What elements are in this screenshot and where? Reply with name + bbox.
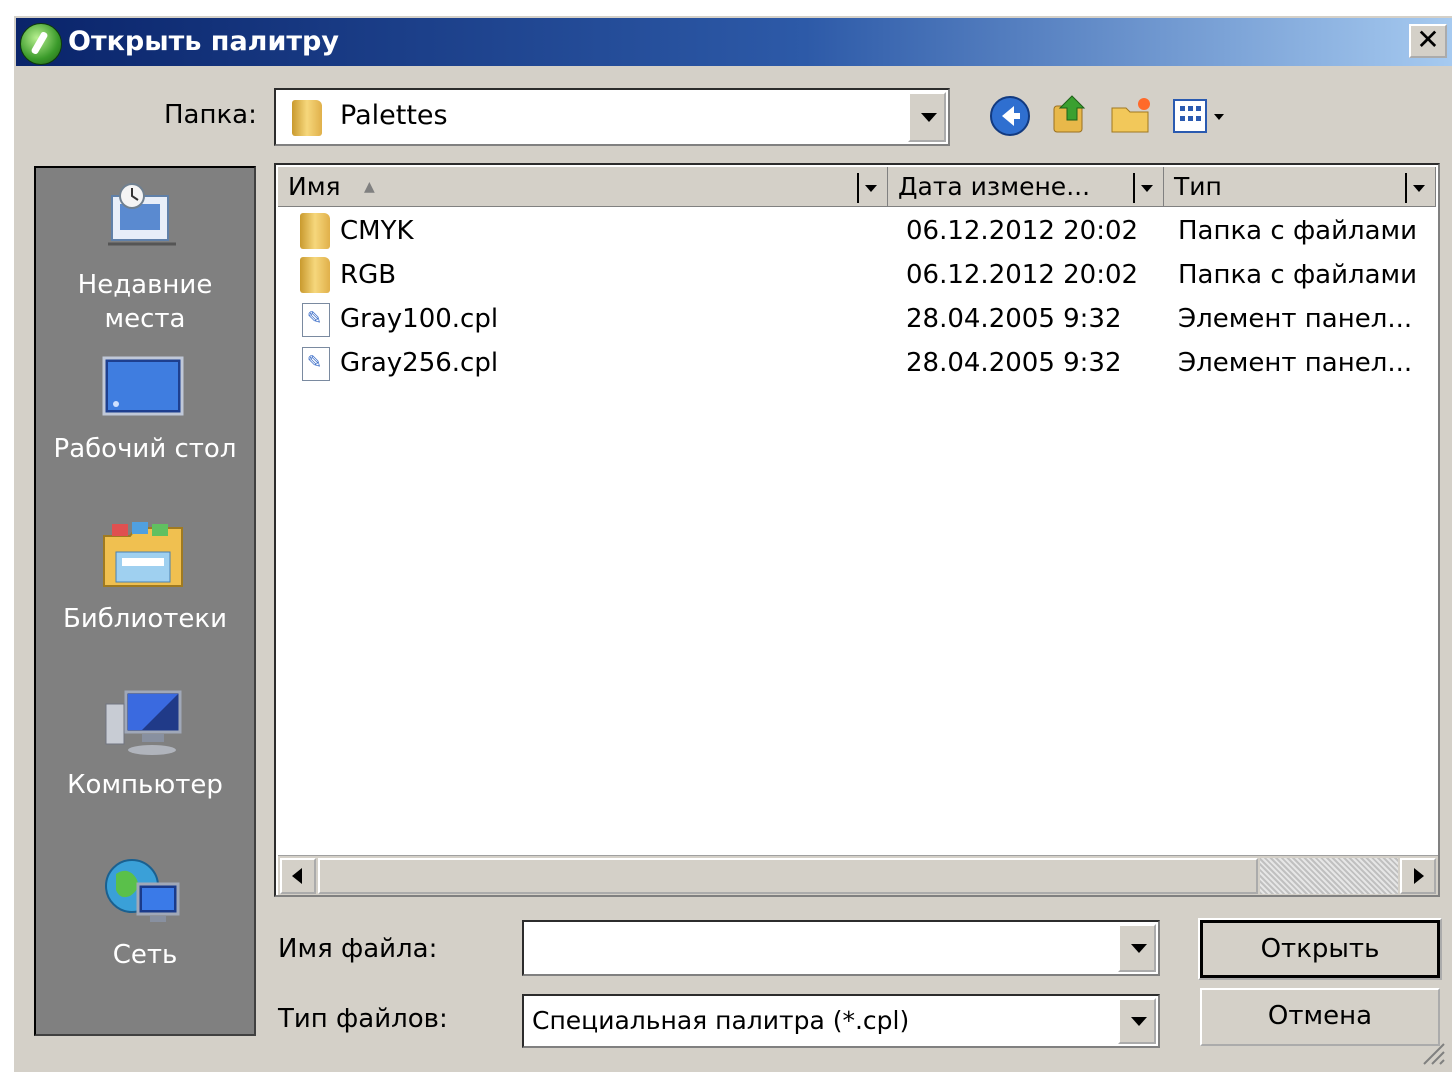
- file-row[interactable]: Gray100.cpl 28.04.2005 9:32 Элемент пане…: [278, 297, 1438, 341]
- file-name: Gray256.cpl: [340, 348, 499, 378]
- scrollbar-thumb[interactable]: [318, 858, 1258, 894]
- column-header-date-label: Дата измене...: [898, 172, 1091, 201]
- filename-input[interactable]: [530, 928, 1114, 968]
- file-row[interactable]: RGB 06.12.2012 20:02 Папка с файлами: [278, 253, 1438, 297]
- filename-label: Имя файла:: [278, 934, 438, 964]
- file-name: RGB: [340, 260, 397, 290]
- folder-icon: [300, 213, 330, 249]
- back-arrow-icon[interactable]: [988, 94, 1032, 138]
- horizontal-scrollbar[interactable]: [278, 855, 1438, 895]
- folder-current-value: Palettes: [340, 100, 448, 131]
- filename-combobox[interactable]: [522, 920, 1160, 976]
- new-folder-icon[interactable]: [1108, 94, 1152, 138]
- column-header-type-label: Тип: [1174, 172, 1222, 201]
- column-header-name[interactable]: Имя ▲: [278, 167, 888, 207]
- file-name: CMYK: [340, 216, 414, 246]
- folder-icon: [292, 100, 322, 136]
- cpl-file-icon: [302, 347, 330, 381]
- file-date: 28.04.2005 9:32: [906, 304, 1122, 334]
- arrow-left-icon: [292, 868, 302, 884]
- file-type: Элемент панел...: [1178, 304, 1413, 334]
- file-row[interactable]: Gray256.cpl 28.04.2005 9:32 Элемент пане…: [278, 341, 1438, 385]
- filetype-dropdown-button[interactable]: [1118, 998, 1156, 1044]
- folder-combobox[interactable]: Palettes: [274, 88, 950, 146]
- filetype-select[interactable]: Специальная палитра (*.cpl): [522, 994, 1160, 1048]
- close-button[interactable]: ✕: [1409, 24, 1447, 58]
- scroll-left-button[interactable]: [280, 858, 316, 894]
- network-icon: [105, 859, 180, 922]
- app-logo-icon: [20, 23, 62, 65]
- place-label-network: Сеть: [112, 940, 178, 970]
- desktop-icon: [102, 356, 184, 416]
- filename-dropdown-button[interactable]: [1118, 924, 1156, 972]
- column-header-type[interactable]: Тип: [1164, 167, 1436, 207]
- computer-icon: [105, 690, 182, 755]
- place-label-libraries: Библиотеки: [63, 604, 227, 634]
- file-date: 28.04.2005 9:32: [906, 348, 1122, 378]
- sort-ascending-icon: ▲: [364, 179, 375, 195]
- cancel-button[interactable]: Отмена: [1200, 988, 1440, 1046]
- up-folder-icon[interactable]: [1048, 92, 1092, 136]
- file-type: Элемент панел...: [1178, 348, 1413, 378]
- filetype-value: Специальная палитра (*.cpl): [532, 1006, 910, 1035]
- place-label-recent: Недавние места: [77, 270, 213, 334]
- folder-icon: [300, 257, 330, 293]
- column-date-dropdown-icon[interactable]: [1133, 173, 1157, 203]
- filetype-label: Тип файлов:: [278, 1004, 448, 1034]
- file-name: Gray100.cpl: [340, 304, 499, 334]
- place-network[interactable]: Сеть: [36, 852, 254, 982]
- column-name-dropdown-icon[interactable]: [857, 173, 881, 203]
- place-desktop[interactable]: Рабочий стол: [36, 348, 254, 468]
- resize-grip-icon[interactable]: [1416, 1036, 1446, 1066]
- place-libraries[interactable]: Библиотеки: [36, 514, 254, 644]
- file-type: Папка с файлами: [1178, 260, 1418, 290]
- file-date: 06.12.2012 20:02: [906, 216, 1139, 246]
- place-label-desktop: Рабочий стол: [53, 434, 237, 464]
- scroll-right-button[interactable]: [1400, 858, 1436, 894]
- place-label-computer: Компьютер: [67, 770, 223, 800]
- column-type-dropdown-icon[interactable]: [1405, 173, 1429, 203]
- place-recent[interactable]: Недавние места: [36, 174, 254, 338]
- libraries-icon: [103, 522, 183, 587]
- file-list: Имя ▲ Дата измене... Тип CMYK 06.12.2012…: [274, 163, 1440, 897]
- open-button[interactable]: Открыть: [1198, 918, 1442, 980]
- folder-label: Папка:: [164, 100, 257, 130]
- file-date: 06.12.2012 20:02: [906, 260, 1139, 290]
- view-menu-icon[interactable]: [1170, 94, 1232, 138]
- file-row[interactable]: CMYK 06.12.2012 20:02 Папка с файлами: [278, 209, 1438, 253]
- scrollbar-track[interactable]: [1260, 858, 1398, 894]
- file-type: Папка с файлами: [1178, 216, 1418, 246]
- folder-dropdown-button[interactable]: [908, 92, 946, 142]
- place-computer[interactable]: Компьютер: [36, 682, 254, 812]
- column-header-name-label: Имя: [288, 172, 341, 201]
- places-bar: Недавние места Рабочий стол Библиотеки К…: [34, 166, 256, 1036]
- recent-places-icon: [108, 183, 176, 246]
- arrow-right-icon: [1414, 868, 1424, 884]
- dialog-title: Открыть палитру: [68, 26, 339, 57]
- cpl-file-icon: [302, 303, 330, 337]
- column-header-date[interactable]: Дата измене...: [888, 167, 1164, 207]
